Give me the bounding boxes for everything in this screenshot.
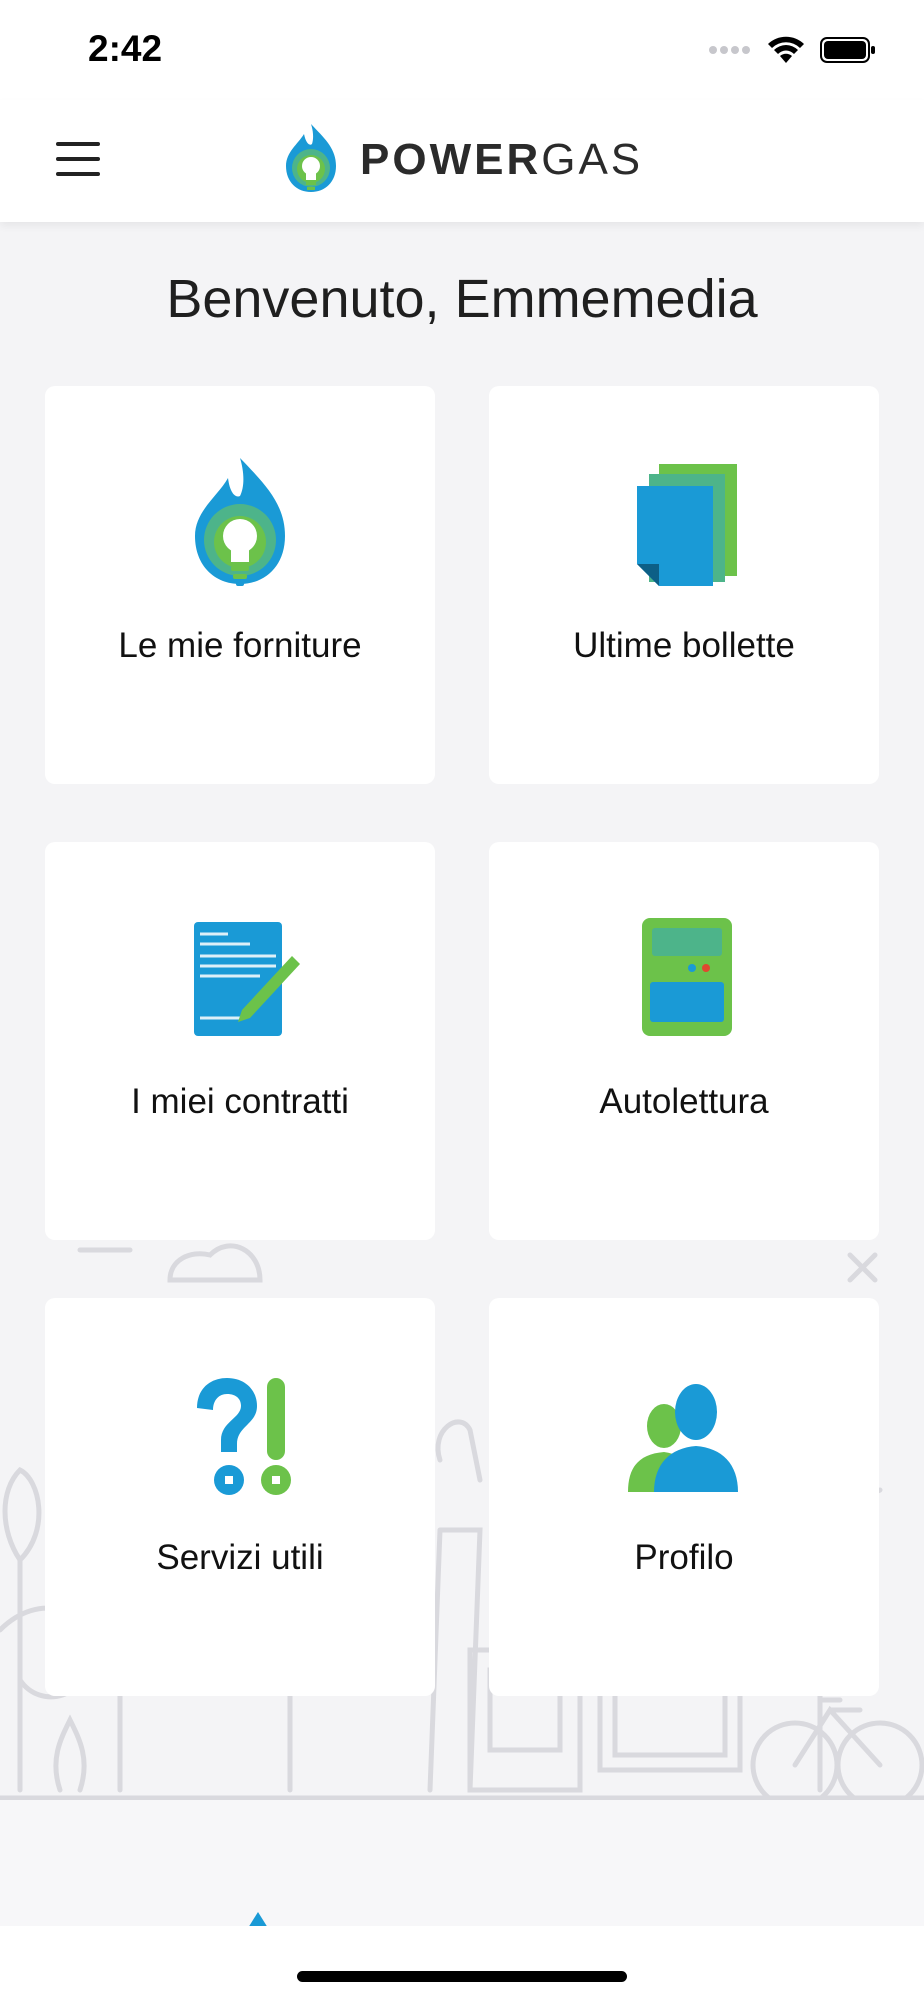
logo-flame-icon [286, 124, 336, 192]
powergas-logo: POWERGAS [284, 120, 643, 200]
tile-label: Le mie forniture [118, 626, 362, 665]
status-icons [708, 32, 876, 68]
status-bar: 2:42 [0, 0, 924, 100]
bottom-bar [0, 1926, 924, 2000]
tile-autolettura[interactable]: Autolettura [489, 842, 879, 1240]
tile-label: Servizi utili [156, 1538, 324, 1577]
tile-servizi-utili[interactable]: Servizi utili [45, 1298, 435, 1696]
tile-i-miei-contratti[interactable]: I miei contratti [45, 842, 435, 1240]
tile-profilo[interactable]: Profilo [489, 1298, 879, 1696]
home-indicator[interactable] [297, 1971, 627, 1982]
question-exclamation-icon [45, 1368, 435, 1503]
tile-label: Ultime bollette [573, 626, 795, 665]
tile-le-mie-forniture[interactable]: Le mie forniture [45, 386, 435, 784]
logo-wordmark: POWERGAS [360, 135, 644, 184]
tile-ultime-bollette[interactable]: Ultime bollette [489, 386, 879, 784]
app-header: POWERGAS [0, 100, 924, 222]
wifi-icon [768, 36, 804, 63]
meter-device-icon [489, 912, 879, 1047]
tile-label: Autolettura [599, 1082, 769, 1121]
welcome-heading: Benvenuto, Emmemedia [166, 269, 758, 329]
contract-pen-icon [45, 912, 435, 1047]
documents-stack-icon [489, 456, 879, 591]
hamburger-menu-icon[interactable] [56, 142, 100, 176]
tile-label: I miei contratti [131, 1082, 349, 1121]
battery-icon [820, 37, 875, 63]
signal-dots-icon [709, 46, 750, 54]
flame-bulb-icon [45, 456, 435, 591]
users-icon [489, 1368, 879, 1503]
bottom-panel [0, 1800, 924, 1928]
tile-label: Profilo [634, 1538, 734, 1577]
status-time: 2:42 [88, 28, 163, 69]
